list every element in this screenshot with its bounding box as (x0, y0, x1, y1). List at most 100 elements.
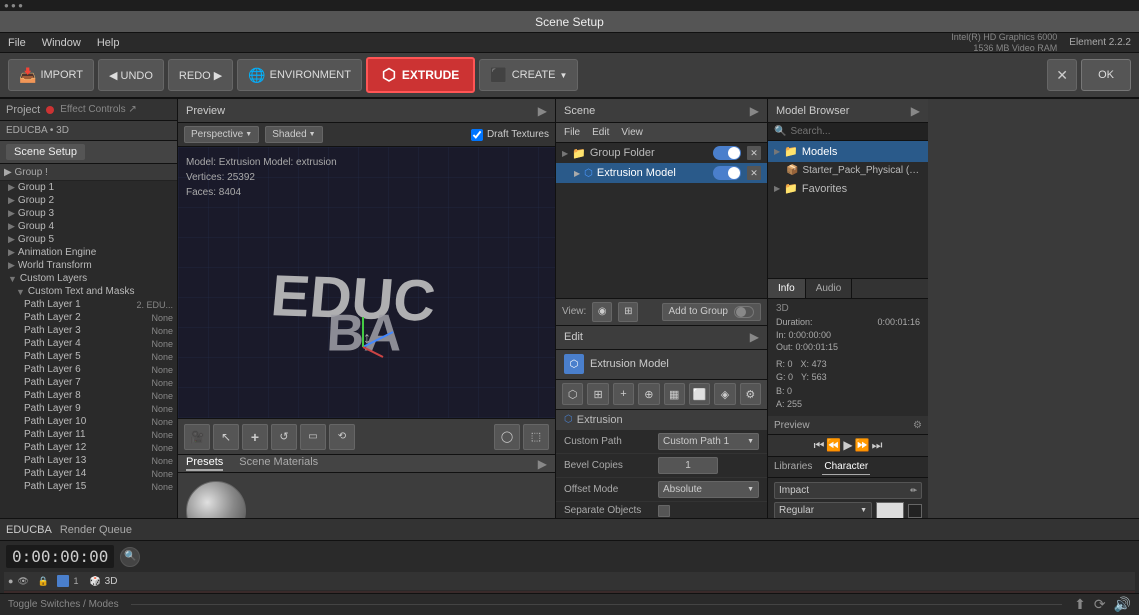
scene-edit-menu[interactable]: Edit (592, 127, 609, 138)
layer-group1[interactable]: ▶Group 1 (0, 181, 177, 194)
preview-expand-icon[interactable]: ▶ (538, 104, 547, 118)
redo-button[interactable]: REDO ▶ (168, 59, 233, 91)
libraries-tab[interactable]: Libraries (772, 459, 814, 475)
layer-path2[interactable]: Path Layer 2None (0, 311, 177, 324)
layer-path4[interactable]: Path Layer 4None (0, 337, 177, 350)
layer-path8[interactable]: Path Layer 8None (0, 389, 177, 402)
playback-end-btn[interactable]: ⏭ (872, 438, 883, 453)
separate-objects-checkbox[interactable] (658, 505, 670, 517)
layer-custom-layers[interactable]: ▼Custom Layers (0, 272, 177, 285)
edit-tool5[interactable]: ▦ (664, 383, 685, 405)
playback-settings-icon[interactable]: ⚙ (913, 420, 922, 431)
environment-button[interactable]: 🌐 ENVIRONMENT (237, 59, 362, 91)
scene-expand-icon[interactable]: ▶ (750, 104, 759, 118)
playback-start-btn[interactable]: ⏮ (814, 438, 825, 453)
color-swatch-black[interactable] (908, 504, 922, 518)
playback-prev-btn[interactable]: ⏪ (826, 438, 841, 452)
menu-help[interactable]: Help (97, 37, 120, 49)
font-family-dropdown[interactable]: Impact ✏ (774, 482, 922, 499)
extrusion-model-tree-item[interactable]: ▶ ⬡ Extrusion Model ✕ (556, 163, 767, 183)
extrude-button[interactable]: ⬡ EXTRUDE (366, 57, 475, 93)
search-time-btn[interactable]: 🔍 (120, 547, 140, 567)
expand-timeline-up-btn[interactable]: ⬆ (1074, 596, 1086, 613)
layer-path14[interactable]: Path Layer 14None (0, 467, 177, 480)
add-to-group-btn[interactable]: Add to Group (662, 303, 761, 321)
edit-tool4[interactable]: ⊕ (638, 383, 659, 405)
presets-tab[interactable]: Presets (186, 456, 223, 471)
ok-button[interactable]: OK (1081, 59, 1131, 91)
layer-path7[interactable]: Path Layer 7None (0, 376, 177, 389)
layer-path15[interactable]: Path Layer 15None (0, 480, 177, 493)
layer-group3[interactable]: ▶Group 3 (0, 207, 177, 220)
undo-button[interactable]: ◀ UNDO (98, 59, 164, 91)
menu-window[interactable]: Window (42, 37, 81, 49)
offset-mode-dropdown[interactable]: Absolute ▼ (658, 481, 759, 498)
group-folder-item[interactable]: ▶ 📁 Group Folder ✕ (556, 143, 767, 163)
model-browser-expand-icon[interactable]: ▶ (911, 104, 920, 118)
import-button[interactable]: 📥 IMPORT (8, 59, 94, 91)
video-camera-btn[interactable]: 🎥 (184, 424, 210, 450)
scene-materials-tab[interactable]: Scene Materials (239, 456, 318, 471)
extrusion-toggle[interactable] (713, 166, 741, 180)
edit-settings-btn[interactable]: ⚙ (740, 383, 761, 405)
add-to-group-toggle[interactable] (734, 306, 754, 318)
layer-custom-text[interactable]: ▼Custom Text and Masks (0, 285, 177, 298)
layer-group2[interactable]: ▶Group 2 (0, 194, 177, 207)
menu-file[interactable]: File (8, 37, 26, 49)
models-item[interactable]: ▶ 📁 Models (768, 141, 928, 162)
audio-tab[interactable]: Audio (806, 279, 853, 298)
layer-animation-engine[interactable]: ▶Animation Engine (0, 246, 177, 259)
edit-tool6[interactable]: ⬜ (689, 383, 710, 405)
starter-pack-item[interactable]: 📦 Starter_Pack_Physical (4... (768, 162, 928, 179)
model-search-input[interactable] (790, 126, 922, 137)
edit-tool2[interactable]: ⊞ (587, 383, 608, 405)
timeline-layer-1[interactable]: ● 👁 🔒 1 🎲 3D (4, 572, 1135, 590)
view-icon-btn1[interactable]: ◉ (592, 302, 612, 322)
shaded-dropdown[interactable]: Shaded ▼ (265, 126, 322, 143)
favorites-item[interactable]: ▶ 📁 Favorites (768, 179, 928, 198)
circle-btn[interactable]: ◯ (494, 424, 520, 450)
timeline-audio-btn[interactable]: 🔊 (1114, 596, 1131, 613)
group-folder-toggle[interactable] (713, 146, 741, 160)
transform-btn[interactable]: ⟲ (329, 424, 355, 450)
close-button[interactable]: ✕ (1047, 59, 1077, 91)
create-button[interactable]: ⬛ CREATE ▼ (479, 59, 578, 91)
edit-tool1[interactable]: ⬡ (562, 383, 583, 405)
layer-path11[interactable]: Path Layer 11None (0, 428, 177, 441)
preview-viewport[interactable]: Model: Extrusion Model: extrusion Vertic… (178, 147, 555, 418)
layer-path12[interactable]: Path Layer 12None (0, 441, 177, 454)
layer-path6[interactable]: Path Layer 6None (0, 363, 177, 376)
perspective-dropdown[interactable]: Perspective ▼ (184, 126, 259, 143)
scene-file-menu[interactable]: File (564, 127, 580, 138)
layer-group5[interactable]: ▶Group 5 (0, 233, 177, 246)
frame-btn[interactable]: ▭ (300, 424, 326, 450)
presets-expand-icon[interactable]: ▶ (538, 457, 547, 471)
view-icon-btn2[interactable]: ⊞ (618, 302, 638, 322)
timeline-sync-btn[interactable]: ⟳ (1094, 596, 1106, 613)
render-queue-label[interactable]: Render Queue (60, 524, 132, 536)
layer-path9[interactable]: Path Layer 9None (0, 402, 177, 415)
playback-next-btn[interactable]: ⏩ (855, 438, 870, 452)
extrusion-x-btn[interactable]: ✕ (747, 166, 761, 180)
info-tab[interactable]: Info (768, 279, 806, 298)
select-tool-btn[interactable]: ↖ (213, 424, 239, 450)
font-style-dropdown[interactable]: Regular ▼ (774, 502, 872, 519)
layer-group4[interactable]: ▶Group 4 (0, 220, 177, 233)
layer-path13[interactable]: Path Layer 13None (0, 454, 177, 467)
layer-path3[interactable]: Path Layer 3None (0, 324, 177, 337)
bevel-copies-input[interactable] (658, 457, 718, 474)
edit-tool3[interactable]: + (613, 383, 634, 405)
edit-expand-icon[interactable]: ▶ (750, 330, 759, 344)
group-folder-x-btn[interactable]: ✕ (747, 146, 761, 160)
layer-path10[interactable]: Path Layer 10None (0, 415, 177, 428)
layer-world-transform[interactable]: ▶World Transform (0, 259, 177, 272)
draft-textures-checkbox[interactable] (471, 129, 483, 141)
layer-path5[interactable]: Path Layer 5None (0, 350, 177, 363)
character-tab[interactable]: Character (822, 459, 870, 475)
edit-tool7[interactable]: ◈ (714, 383, 735, 405)
playback-play-btn[interactable]: ▶ (843, 438, 852, 452)
add-btn[interactable]: + (242, 424, 268, 450)
scene-setup-tab[interactable]: Scene Setup (6, 144, 85, 160)
expand-btn[interactable]: ⬚ (523, 424, 549, 450)
custom-path-dropdown[interactable]: Custom Path 1 ▼ (658, 433, 759, 450)
